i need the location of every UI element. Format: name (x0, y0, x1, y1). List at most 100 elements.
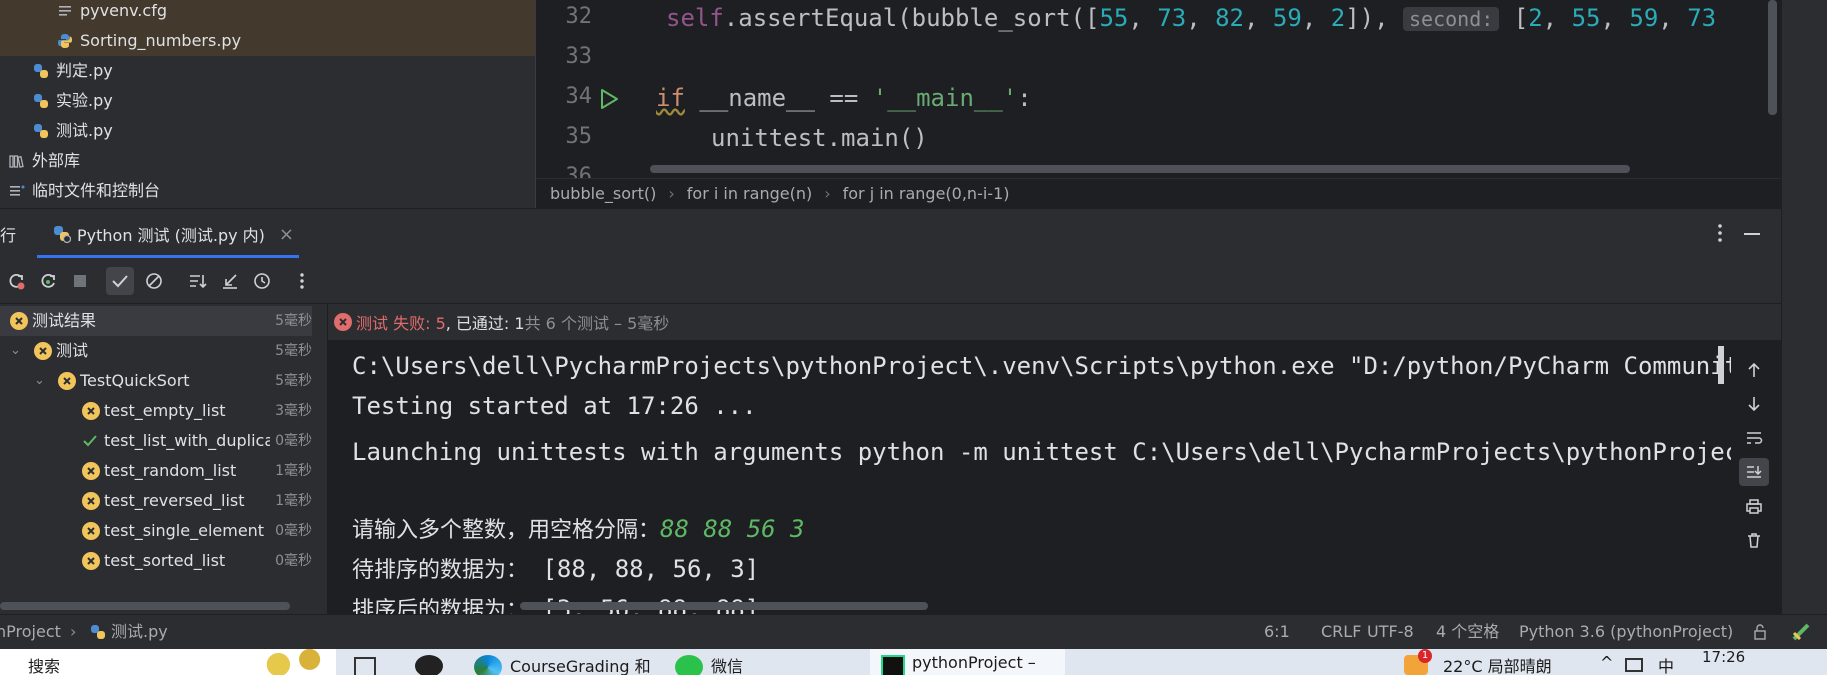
test-node-label: 测试结果 (32, 311, 97, 330)
code-editor[interactable]: 32 33 34 35 36 self.assertEqual(bubble_s… (536, 0, 1781, 178)
test-failed-icon (82, 462, 100, 480)
code-token: 55 (1099, 4, 1129, 32)
code-token: 73 (1687, 4, 1717, 32)
interpreter-selector[interactable]: Python 3.6 (pythonProject) (1519, 615, 1733, 649)
editor-vertical-scrollbar[interactable] (1768, 0, 1777, 115)
chevron-down-icon[interactable]: ⌄ (34, 366, 48, 396)
weather-label[interactable]: 22°C 局部晴朗 (1443, 653, 1552, 675)
test-tree-class[interactable]: ⌄ TestQuickSort 5毫秒 (34, 366, 312, 396)
test-duration: 0毫秒 (275, 553, 312, 569)
python-file-icon (56, 32, 74, 50)
sort-icon[interactable] (184, 267, 212, 295)
taskbar-app-label[interactable]: CourseGrading 和 (510, 653, 651, 675)
dell-icon[interactable] (415, 655, 443, 675)
code-token: if (656, 84, 685, 112)
test-item[interactable]: test_reversed_list 1毫秒 (82, 486, 312, 516)
tree-item-experiment[interactable]: 实验.py (32, 86, 113, 116)
test-item[interactable]: test_single_element_l 0毫秒 (82, 516, 312, 546)
tree-item-external-libs[interactable]: 外部库 (8, 146, 80, 176)
line-number: 32 (565, 4, 593, 29)
test-tree-root[interactable]: 测试结果 5毫秒 (10, 306, 312, 336)
console-output[interactable]: C:\Users\dell\PycharmProjects\pythonProj… (328, 340, 1731, 614)
task-view-icon[interactable] (354, 657, 376, 675)
tree-item-sorting-numbers[interactable]: Sorting_numbers.py (56, 26, 241, 56)
python-test-icon (53, 225, 71, 243)
error-icon (334, 313, 352, 331)
console-side-toolbar (1731, 340, 1781, 614)
code-token: 59 (1272, 4, 1302, 32)
display-icon[interactable] (1625, 658, 1643, 672)
test-failed-icon (34, 342, 52, 360)
console-line: C:\Users\dell\PycharmProjects\pythonProj… (352, 352, 1731, 380)
chevron-up-icon[interactable]: ^ (1600, 653, 1613, 672)
python-file-icon (90, 624, 106, 640)
breadcrumb-item[interactable]: bubble_sort() (550, 184, 656, 203)
tree-item-label: 判定.py (56, 61, 113, 80)
scroll-to-end-icon[interactable] (1739, 458, 1769, 486)
test-duration: 1毫秒 (275, 463, 312, 479)
history-icon[interactable] (248, 267, 276, 295)
ime-indicator[interactable]: 中 (1658, 653, 1674, 675)
console-value: [88, 88, 56, 3] (528, 555, 760, 583)
run-window-title: 行 (0, 226, 17, 245)
file-encoding[interactable]: UTF-8 (1367, 615, 1414, 649)
status-project[interactable]: nProject (0, 615, 61, 649)
rerun-icon[interactable] (34, 267, 62, 295)
print-icon[interactable] (1739, 492, 1769, 520)
arrow-up-icon[interactable] (1739, 356, 1769, 384)
clock-time[interactable]: 17:26 (1702, 649, 1745, 666)
caret-position[interactable]: 6:1 (1264, 615, 1290, 649)
more-options-icon[interactable] (288, 267, 316, 295)
arrow-down-icon[interactable] (1739, 390, 1769, 418)
show-ignored-icon[interactable] (140, 267, 168, 295)
tree-item-scratches[interactable]: 临时文件和控制台 (8, 176, 160, 206)
editor-horizontal-scrollbar[interactable] (650, 165, 1630, 173)
code-token: 59 (1629, 4, 1659, 32)
stop-icon[interactable] (66, 267, 94, 295)
scratches-icon (8, 182, 26, 200)
minimize-icon[interactable] (1744, 233, 1760, 235)
lock-icon[interactable] (1752, 624, 1768, 640)
more-options-icon[interactable] (1712, 221, 1728, 249)
taskbar-app-label[interactable]: 微信 (711, 653, 743, 675)
test-item[interactable]: test_empty_list 3毫秒 (82, 396, 312, 426)
edge-icon[interactable] (474, 655, 502, 675)
test-item[interactable]: test_sorted_list 0毫秒 (82, 546, 312, 576)
indent-setting[interactable]: 4 个空格 (1436, 615, 1499, 649)
tab-python-test[interactable]: Python 测试 (测试.py 内) × (37, 209, 294, 259)
breadcrumb-item[interactable]: for j in range(0,n-i-1) (843, 184, 1010, 203)
test-duration: 0毫秒 (275, 433, 312, 449)
tab-label: Python 测试 (测试.py 内) (77, 226, 265, 245)
close-icon[interactable]: × (279, 224, 294, 245)
rerun-failed-icon[interactable] (2, 267, 30, 295)
line-separator[interactable]: CRLF (1321, 615, 1361, 649)
test-item[interactable]: test_list_with_duplica 0毫秒 (82, 426, 312, 456)
console-line: 请输入多个整数，用空格分隔：88 88 56 3 (352, 512, 805, 544)
status-file[interactable]: 测试.py (90, 615, 168, 649)
console-horizontal-scrollbar[interactable] (520, 602, 928, 610)
test-tree-module[interactable]: ⌄ 测试 5毫秒 (10, 336, 312, 366)
console-vertical-scrollbar[interactable] (1718, 346, 1724, 384)
pycharm-icon[interactable] (1792, 623, 1810, 641)
python-file-icon (32, 62, 50, 80)
console-user-input: 88 88 56 3 (660, 515, 805, 543)
test-passed-icon (82, 433, 100, 449)
code-token: ]), (1345, 4, 1389, 32)
run-gutter-icon[interactable] (598, 88, 620, 114)
chevron-down-icon[interactable]: ⌄ (10, 336, 24, 366)
tree-item-judge[interactable]: 判定.py (32, 56, 113, 86)
trash-icon[interactable] (1739, 526, 1769, 554)
import-tests-icon[interactable] (216, 267, 244, 295)
test-item[interactable]: test_random_list 1毫秒 (82, 456, 312, 486)
tree-item-pyvenv[interactable]: pyvenv.cfg (56, 0, 167, 26)
breadcrumb: bubble_sort() › for i in range(n) › for … (536, 178, 1781, 208)
run-tool-window-header: 行 Python 测试 (测试.py 内) × (0, 208, 1781, 258)
wechat-icon[interactable] (675, 655, 703, 675)
show-passed-toggle[interactable] (106, 267, 134, 295)
tree-horizontal-scrollbar[interactable] (0, 602, 290, 610)
test-failed-icon (82, 492, 100, 510)
console-label: 排序后的数据为： (352, 598, 529, 614)
breadcrumb-item[interactable]: for i in range(n) (687, 184, 812, 203)
soft-wrap-icon[interactable] (1739, 424, 1769, 452)
tree-item-test[interactable]: 测试.py (32, 116, 113, 146)
